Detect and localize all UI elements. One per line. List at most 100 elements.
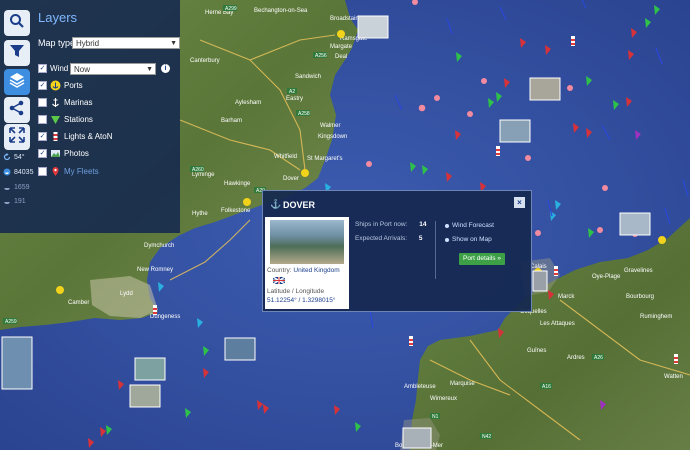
marina-icon (50, 97, 61, 108)
place-label: Dymchurch (144, 243, 174, 249)
place-label: Bourbourg (626, 294, 654, 300)
place-label: Marck (558, 294, 575, 300)
search-icon (8, 12, 26, 35)
wind-row[interactable]: ✓ Wind (38, 64, 68, 73)
flag-uk-icon (272, 276, 286, 286)
lights-label: Lights & AtoN (64, 132, 113, 141)
layer-item-ports[interactable]: ✓ Ports (38, 80, 83, 91)
photo-icon (50, 148, 61, 159)
count-a-stat: 1659 (3, 183, 30, 191)
photo-thumbnail (532, 270, 548, 292)
ships-stat: 84035 (3, 168, 33, 176)
photos-label: Photos (64, 149, 89, 158)
temperature-value: 54° (14, 153, 25, 161)
bullet-icon (445, 237, 449, 242)
place-label: Walmer (320, 123, 340, 129)
lighthouse-icon (554, 266, 558, 276)
latlon-value: 51.12254° / 1.3298015° (267, 297, 336, 304)
place-label: Camber (68, 300, 89, 306)
layer-item-my-fleets[interactable]: My Fleets (38, 166, 99, 177)
place-label: Eastry (286, 96, 303, 102)
place-label: Wimereux (430, 396, 457, 402)
road-label: N1 (432, 414, 439, 420)
layer-item-lights[interactable]: ✓ Lights & AtoN (38, 131, 112, 142)
filter-icon (8, 42, 26, 65)
road-label: A26 (594, 355, 603, 361)
wind-forecast-link[interactable]: Wind Forecast (445, 222, 494, 229)
road-label: N42 (482, 434, 491, 440)
place-label: Guînes (527, 348, 546, 354)
port-popup: ⚓ DOVER × Country: United Kingdom Latitu… (262, 190, 532, 312)
popup-divider (435, 221, 436, 279)
layer-item-stations[interactable]: Stations (38, 114, 93, 125)
photo-thumbnail (129, 384, 161, 408)
country-value: United Kingdom (293, 267, 340, 274)
layers-title: Layers (38, 10, 78, 25)
country-label: Country: (267, 267, 292, 274)
count-a-value: 1659 (14, 183, 30, 191)
port-photo-card[interactable]: Country: United Kingdom Latitude / Longi… (265, 217, 349, 309)
share-button[interactable] (4, 97, 30, 123)
layers-button[interactable] (4, 69, 30, 95)
popup-title: DOVER (283, 200, 316, 210)
info-icon[interactable]: i (161, 64, 170, 73)
ports-checkbox[interactable]: ✓ (38, 81, 47, 90)
ships-in-port-label: Ships in Port now: (355, 221, 408, 228)
layers-icon (8, 71, 26, 94)
bullet-icon (445, 223, 449, 228)
marinas-checkbox[interactable] (38, 98, 47, 107)
photo-thumbnail (402, 427, 432, 449)
wind-label: Wind (50, 64, 69, 73)
map-pin-icon (50, 166, 61, 177)
port-details-button[interactable]: Port details » (459, 253, 505, 265)
road-label: A260 (192, 167, 204, 173)
marinas-label: Marinas (64, 98, 93, 107)
photo-thumbnail (1, 336, 33, 390)
lighthouse-icon (571, 36, 575, 46)
photo-thumbnail (357, 15, 389, 39)
place-label: Ambleteuse (404, 384, 436, 390)
port-anchor-icon (243, 198, 251, 206)
road-label: A259 (5, 319, 17, 325)
lighthouse-icon (153, 305, 157, 315)
expected-arrivals: Expected Arrivals: 5 (355, 235, 422, 242)
place-label: Gravelines (624, 268, 653, 274)
place-label: Oye-Plage (592, 274, 621, 280)
ships-in-port: Ships in Port now: 14 (355, 221, 426, 228)
refresh-icon (3, 153, 11, 161)
stations-label: Stations (64, 115, 93, 124)
my-fleets-label: My Fleets (64, 167, 99, 176)
filter-button[interactable] (4, 40, 30, 66)
my-fleets-checkbox[interactable] (38, 167, 47, 176)
lighthouse-icon (50, 131, 61, 142)
show-on-map-label: Show on Map (452, 236, 492, 243)
place-label: Margate (330, 44, 353, 50)
photos-checkbox[interactable]: ✓ (38, 149, 47, 158)
vessel-icon (3, 197, 11, 205)
road-label: A2 (289, 89, 295, 95)
country-row: Country: United Kingdom (267, 267, 340, 274)
show-on-map-link[interactable]: Show on Map (445, 236, 492, 243)
layer-item-photos[interactable]: ✓ Photos (38, 148, 89, 159)
ports-label: Ports (64, 81, 83, 90)
place-label: Barham (221, 118, 242, 124)
place-label: St Margaret's (307, 156, 343, 162)
map-type-select[interactable]: Hybrid ▼ (72, 37, 180, 49)
photo-thumbnail (529, 77, 561, 101)
lights-checkbox[interactable]: ✓ (38, 132, 47, 141)
close-button[interactable]: × (514, 197, 525, 208)
wind-time-select[interactable]: Now ▼ (70, 63, 156, 75)
lighthouse-icon (674, 354, 678, 364)
wind-checkbox[interactable]: ✓ (38, 64, 47, 73)
photo-thumbnail (224, 337, 256, 361)
wind-forecast-label: Wind Forecast (452, 222, 494, 229)
chevron-down-icon: ▼ (146, 66, 153, 73)
fullscreen-button[interactable] (4, 124, 30, 150)
place-label: Aylesham (235, 100, 261, 106)
place-label: Les Attaques (540, 321, 575, 327)
port-photo[interactable] (270, 220, 344, 264)
layer-item-marinas[interactable]: Marinas (38, 97, 92, 108)
stations-checkbox[interactable] (38, 115, 47, 124)
search-button[interactable] (4, 10, 30, 36)
port-anchor-icon (337, 30, 345, 38)
